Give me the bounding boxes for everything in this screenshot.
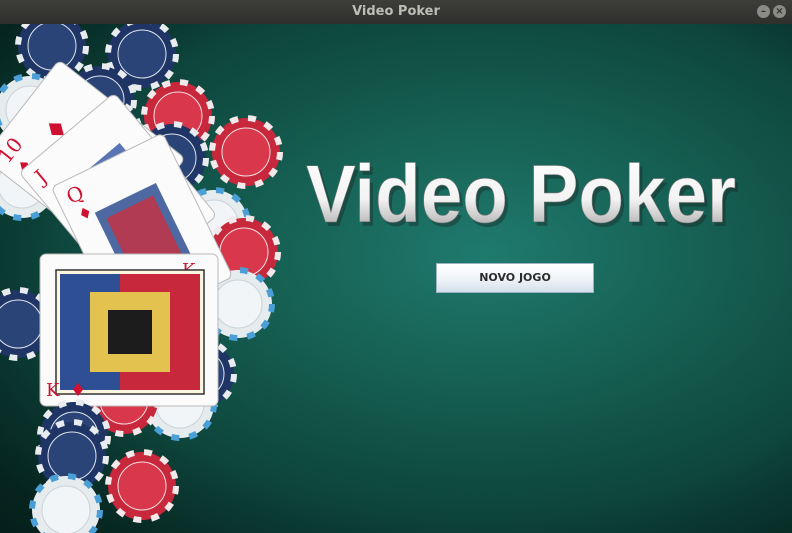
svg-text:♦: ♦ [70, 380, 86, 401]
window-controls: – × [757, 5, 786, 18]
chips-and-cards-illustration: 10 ♦ ♦ ♦ ♦ J ♦ Q ♦ [0, 24, 300, 533]
new-game-button[interactable]: NOVO JOGO [436, 263, 594, 293]
poker-chip [108, 452, 176, 520]
poker-chip [32, 476, 100, 533]
close-button[interactable]: × [773, 5, 786, 18]
game-title-text: Video Poker [306, 149, 736, 236]
window-title: Video Poker [352, 4, 440, 19]
game-background: 10 ♦ ♦ ♦ ♦ J ♦ Q ♦ [0, 24, 792, 533]
svg-text:K: K [46, 380, 60, 401]
app-window: Video Poker – × 10 ♦ ♦ J Q ♦ K ♦ Video P… [0, 0, 792, 533]
game-title: Video Poker Video Poker [306, 149, 739, 236]
title-bar: Video Poker – × [0, 0, 792, 24]
poker-chip [212, 118, 280, 186]
minimize-button[interactable]: – [757, 5, 770, 18]
